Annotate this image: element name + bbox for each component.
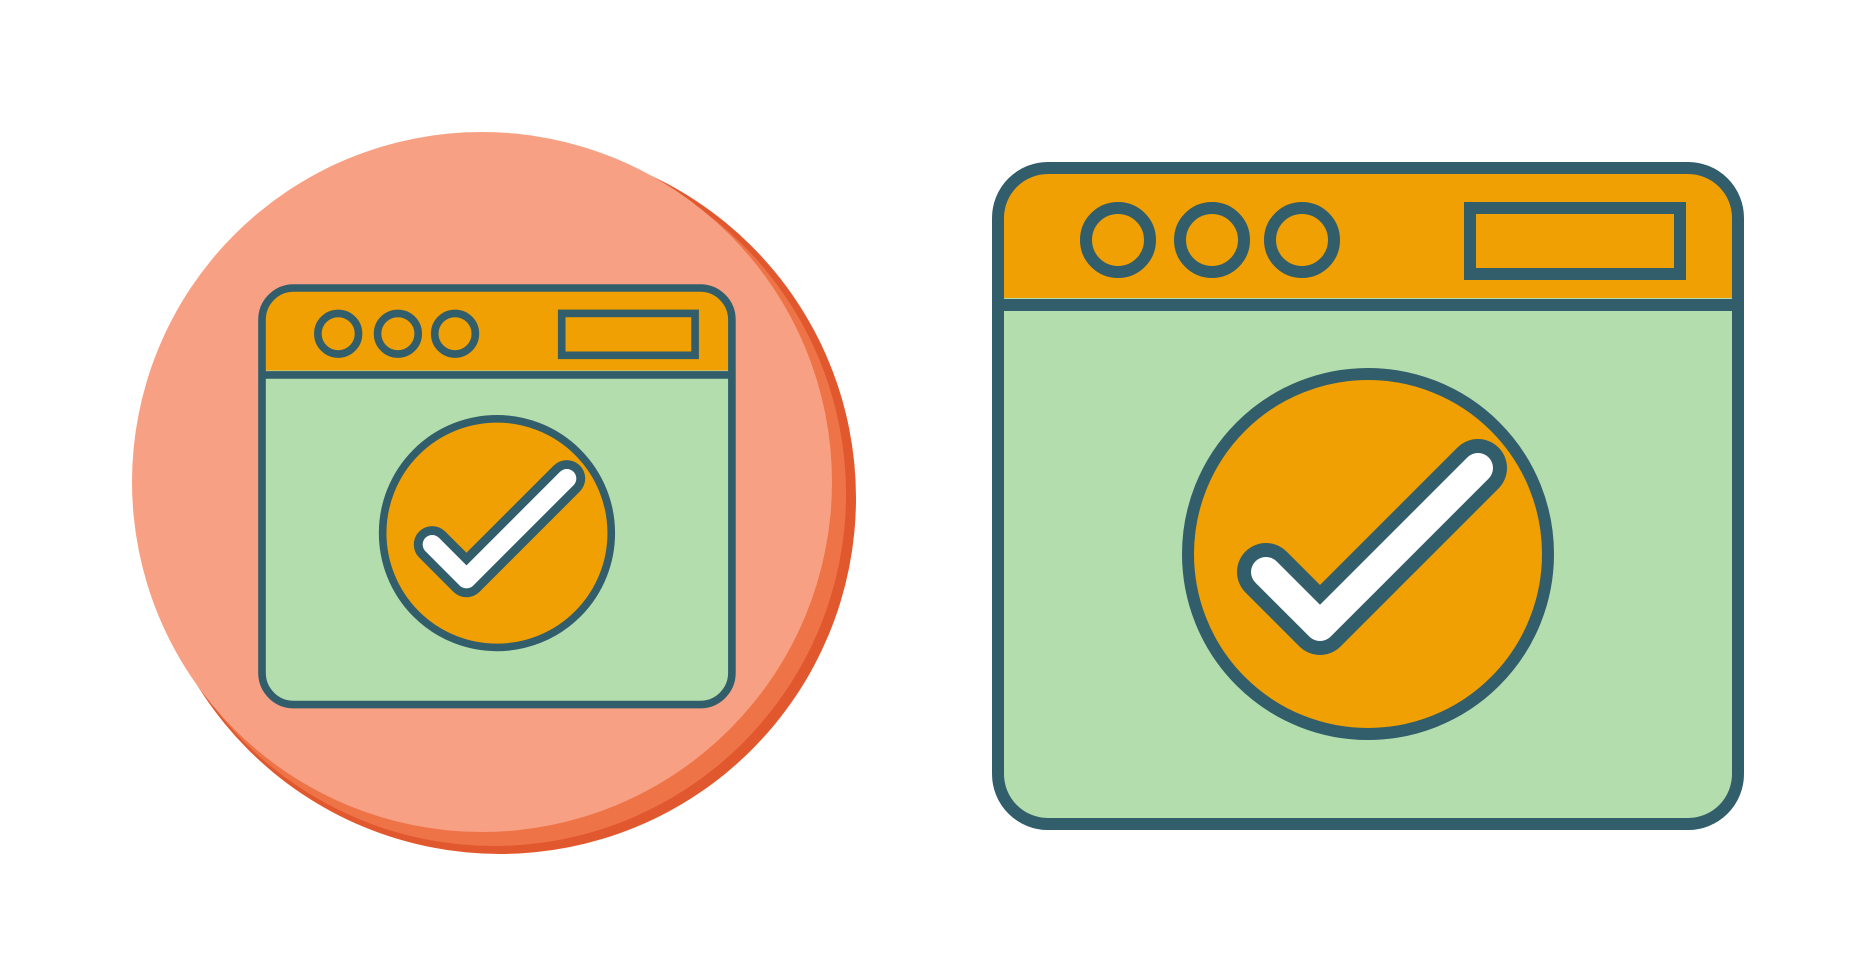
browser-check-badge-icon — [128, 128, 856, 856]
browser-check-flat-svg — [992, 162, 1744, 830]
browser-check-badge-svg — [128, 128, 856, 856]
browser-check-flat-icon — [992, 162, 1744, 830]
browser-window-icon — [258, 284, 736, 709]
